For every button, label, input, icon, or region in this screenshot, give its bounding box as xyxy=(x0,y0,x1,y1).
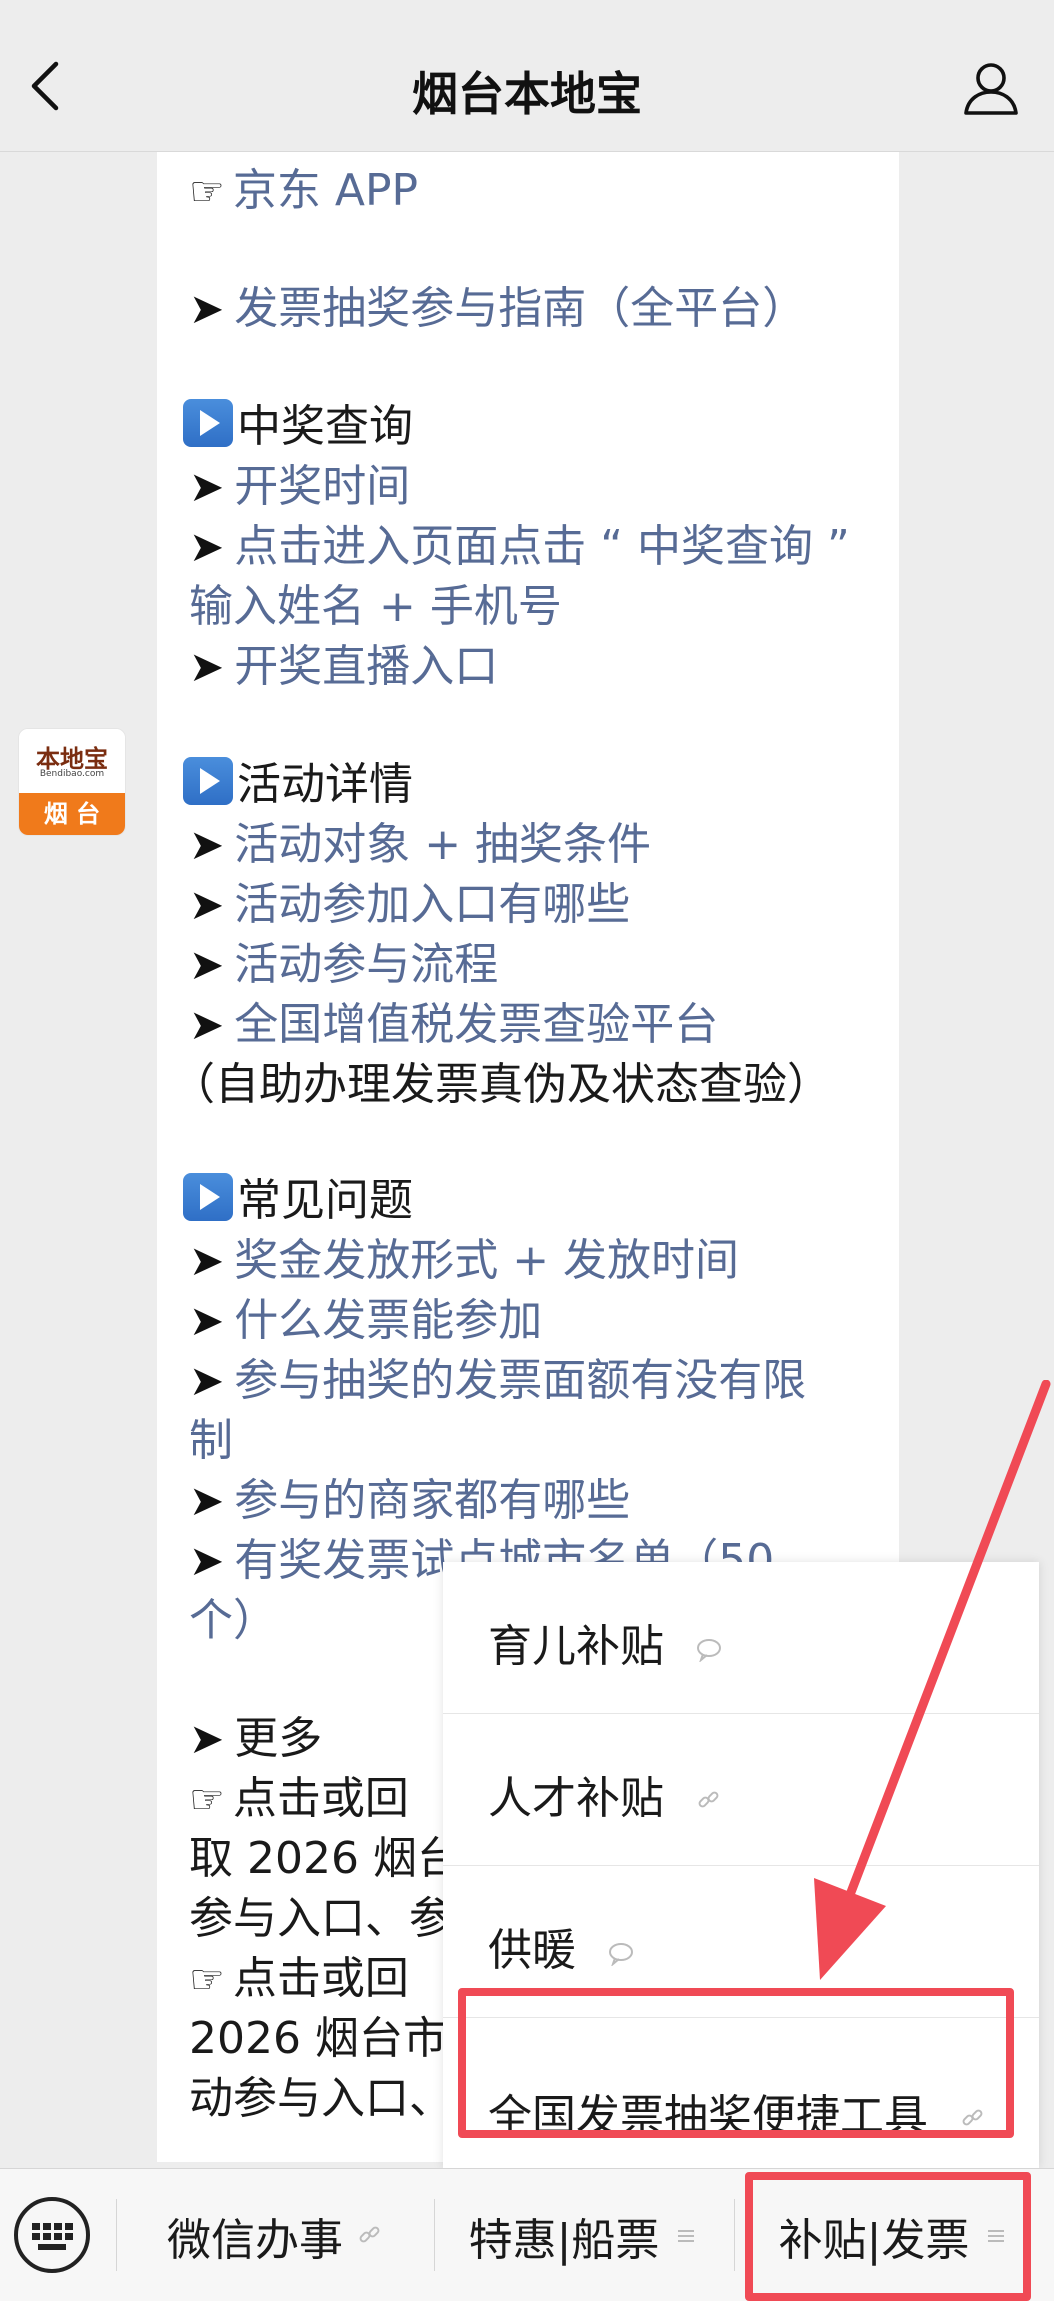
chat-icon xyxy=(609,1943,633,1966)
plain-text: （自助办理发票真伪及状态查验） xyxy=(171,1059,831,1110)
plain-text: 动参与入口、 xyxy=(189,2073,453,2124)
arrow-bullet-icon: ➤ xyxy=(189,820,225,869)
arrow-bullet-icon: ➤ xyxy=(189,1536,225,1585)
link-text[interactable]: 开奖时间 xyxy=(234,461,410,512)
menu-tab-wechat-services[interactable]: 微信办事 xyxy=(116,2169,434,2301)
chat-icon xyxy=(697,1639,721,1662)
message-line[interactable]: ➤ 活动对象 + 抽奖条件 xyxy=(189,816,651,874)
top-bar: 烟台本地宝 xyxy=(0,0,1054,152)
message-line: 2026 烟台市 xyxy=(189,2010,447,2068)
highlight-box xyxy=(745,2172,1031,2301)
message-line: ☞ 点击或回 xyxy=(189,1770,409,1829)
plain-text: 参与入口、参 xyxy=(189,1893,453,1944)
message-line[interactable]: ➤ 什么发票能参加 xyxy=(189,1292,542,1350)
message-line[interactable]: ➤ 开奖直播入口 xyxy=(189,638,498,696)
message-line[interactable]: ➤ 活动参加入口有哪些 xyxy=(189,876,630,934)
pointing-hand-icon: ☞ xyxy=(189,1957,225,2003)
annotation-arrow-icon xyxy=(814,1380,1051,1980)
message-line[interactable]: ➤ 奖金发放形式 + 发放时间 xyxy=(189,1232,739,1290)
page-title: 烟台本地宝 xyxy=(412,67,642,121)
submenu-item-label: 育儿补贴 xyxy=(488,1621,664,1672)
message-line: 参与入口、参 xyxy=(189,1890,453,1948)
link-text[interactable]: 京东 APP xyxy=(233,165,418,216)
arrow-bullet-icon: ➤ xyxy=(189,522,225,571)
arrow-bullet-icon: ➤ xyxy=(189,1236,225,1285)
message-line[interactable]: ➤ 参与的商家都有哪些 xyxy=(189,1472,630,1530)
link-text[interactable]: 活动参与流程 xyxy=(234,939,498,990)
link-text[interactable]: 活动参加入口有哪些 xyxy=(234,879,630,930)
message-line[interactable]: ➤ 活动参与流程 xyxy=(189,936,498,994)
link-text[interactable]: 输入姓名 + 手机号 xyxy=(189,581,562,632)
highlight-box xyxy=(458,1988,1014,2138)
message-line[interactable]: 输入姓名 + 手机号 xyxy=(189,578,562,636)
section-heading: 常见问题 xyxy=(183,1172,413,1230)
link-text[interactable]: 发票抽奖参与指南（全平台） xyxy=(234,283,806,334)
message-line[interactable]: ➤ 全国增值税发票查验平台 xyxy=(189,996,718,1054)
link-text[interactable]: 活动对象 + 抽奖条件 xyxy=(234,819,651,870)
link-text[interactable]: 参与的商家都有哪些 xyxy=(234,1475,630,1526)
message-line[interactable]: ➤ 点击进入页面点击 “ 中奖查询 ” xyxy=(189,518,850,576)
play-square-icon xyxy=(183,757,233,805)
message-line: ➤ 更多 xyxy=(189,1710,322,1768)
link-text[interactable]: 个） xyxy=(189,1595,277,1646)
play-square-icon xyxy=(183,1173,233,1221)
arrow-bullet-icon: ➤ xyxy=(189,642,225,691)
plain-text: 点击或回 xyxy=(232,1773,409,1824)
message-line[interactable]: ☞ 京东 APP xyxy=(189,162,418,221)
section-heading-text: 活动详情 xyxy=(237,759,413,810)
arrow-bullet-icon: ➤ xyxy=(189,1714,225,1763)
profile-icon[interactable] xyxy=(960,58,1022,118)
message-line[interactable]: 制 xyxy=(189,1412,233,1470)
play-square-icon xyxy=(183,399,233,447)
section-heading: 中奖查询 xyxy=(183,398,413,456)
avatar[interactable]: 本地宝 Bendibao.com 烟 台 xyxy=(18,728,126,836)
message-line[interactable]: ➤ 开奖时间 xyxy=(189,458,410,516)
message-line[interactable]: 个） xyxy=(189,1592,277,1650)
link-text[interactable]: 点击进入页面点击 “ 中奖查询 ” xyxy=(234,521,850,572)
submenu-item-label: 人才补贴 xyxy=(488,1773,664,1824)
keyboard-icon[interactable] xyxy=(14,2197,90,2273)
link-text[interactable]: 制 xyxy=(189,1415,233,1466)
plain-text: 更多 xyxy=(234,1713,323,1764)
section-heading-text: 中奖查询 xyxy=(237,401,413,452)
link-text[interactable]: 什么发票能参加 xyxy=(234,1295,542,1346)
menu-tab-label: 特惠|船票 xyxy=(468,2214,660,2266)
message-line: ☞ 点击或回 xyxy=(189,1950,409,2009)
arrow-bullet-icon: ➤ xyxy=(189,462,225,511)
plain-text: 点击或回 xyxy=(232,1953,409,2004)
message-line: 动参与入口、 xyxy=(189,2070,453,2128)
menu-tab-deals-ferry[interactable]: 特惠|船票 xyxy=(434,2169,734,2301)
message-line: 取 2026 烟台 xyxy=(189,1830,461,1888)
avatar-url: Bendibao.com xyxy=(39,769,105,779)
message-line[interactable]: ➤ 参与抽奖的发票面额有没有限 xyxy=(189,1352,806,1410)
pointing-hand-icon: ☞ xyxy=(189,1777,225,1823)
menu-icon xyxy=(678,2229,695,2242)
arrow-bullet-icon: ➤ xyxy=(189,1296,225,1345)
link-text[interactable]: 开奖直播入口 xyxy=(234,641,498,692)
message-line: （自助办理发票真伪及状态查验） xyxy=(171,1056,831,1114)
arrow-bullet-icon: ➤ xyxy=(189,1000,225,1049)
arrow-bullet-icon: ➤ xyxy=(189,940,225,989)
arrow-bullet-icon: ➤ xyxy=(189,1476,225,1525)
plain-text: 2026 烟台市 xyxy=(189,2013,447,2064)
link-icon xyxy=(698,1791,719,1808)
section-heading-text: 常见问题 xyxy=(237,1175,413,1226)
plain-text: 取 2026 烟台 xyxy=(189,1833,461,1884)
submenu-item-label: 供暖 xyxy=(488,1925,576,1976)
menu-tab-label: 微信办事 xyxy=(167,2214,343,2266)
link-icon xyxy=(359,2226,380,2242)
link-text[interactable]: 参与抽奖的发票面额有没有限 xyxy=(234,1355,806,1406)
arrow-bullet-icon: ➤ xyxy=(189,284,225,333)
link-text[interactable]: 奖金发放形式 + 发放时间 xyxy=(234,1235,739,1286)
avatar-city: 烟 台 xyxy=(19,793,125,835)
section-heading: 活动详情 xyxy=(183,756,413,814)
pointing-hand-icon: ☞ xyxy=(189,169,225,215)
arrow-bullet-icon: ➤ xyxy=(189,1356,225,1405)
message-line[interactable]: ➤ 发票抽奖参与指南（全平台） xyxy=(189,280,806,338)
link-text[interactable]: 全国增值税发票查验平台 xyxy=(234,999,718,1050)
arrow-bullet-icon: ➤ xyxy=(189,880,225,929)
